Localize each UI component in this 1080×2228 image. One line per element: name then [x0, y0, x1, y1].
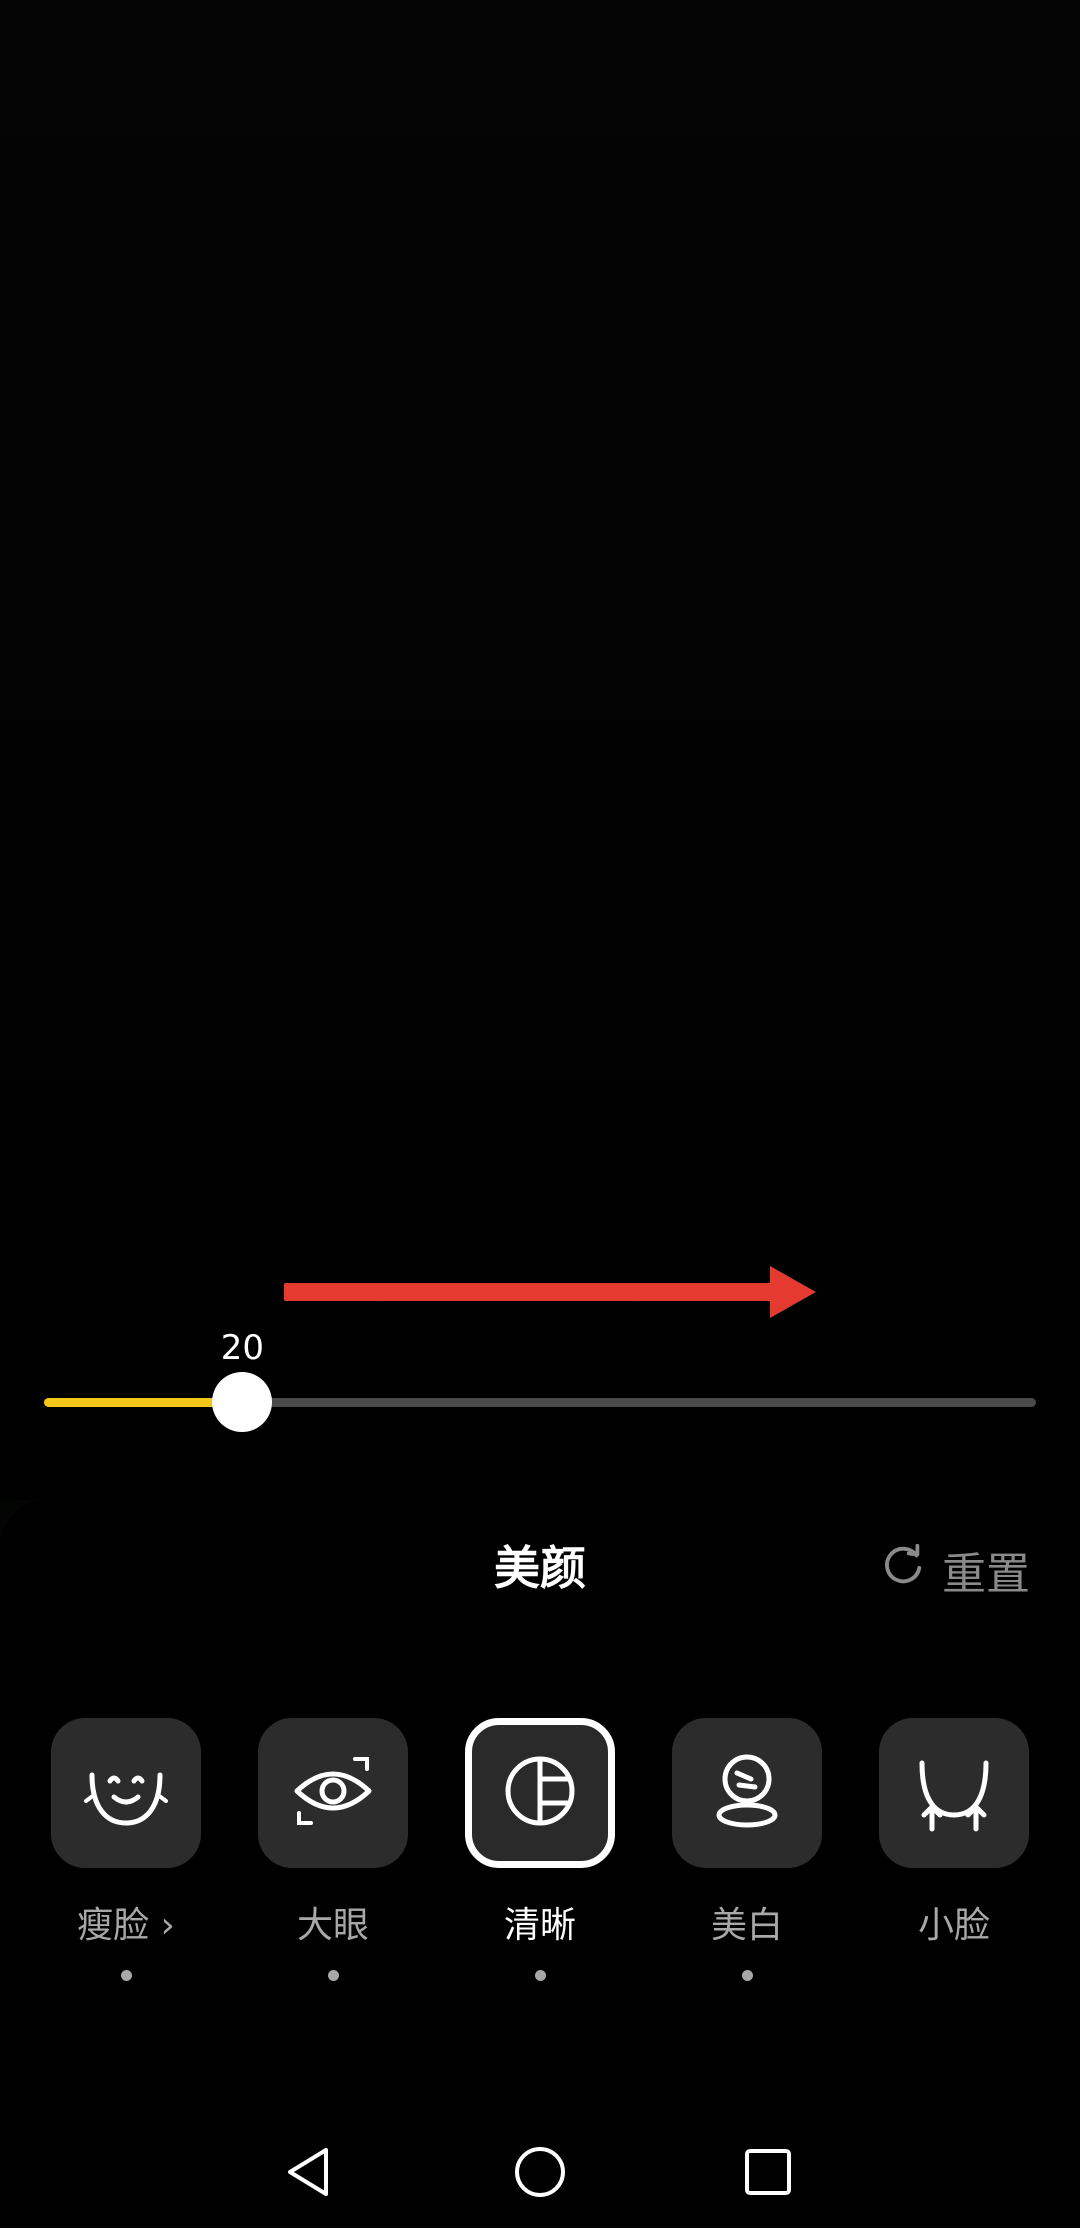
home-button[interactable] — [510, 2142, 570, 2202]
feature-label: 清晰 — [503, 1905, 576, 1946]
feature-tile[interactable] — [672, 1718, 822, 1868]
face-slim-icon — [80, 1745, 172, 1841]
feature-label: 小脸 — [917, 1905, 990, 1946]
annotation-arrow-head — [770, 1266, 816, 1318]
feature-tile[interactable] — [51, 1718, 201, 1868]
annotation-arrow-shaft — [284, 1283, 774, 1301]
eye-icon — [287, 1745, 379, 1841]
feature-active-dot — [120, 1970, 132, 1981]
feature-clarity[interactable]: 清晰 — [464, 1718, 616, 1981]
feature-label: 大眼 — [296, 1905, 369, 1946]
system-nav-bar — [0, 2120, 1080, 2220]
reset-label: 重置 — [942, 1549, 1030, 1600]
feature-tile-selected[interactable] — [465, 1718, 615, 1868]
feature-active-dot — [534, 1970, 546, 1981]
feature-whiten[interactable]: 美白 — [671, 1718, 823, 1981]
reset-button[interactable]: 重置 — [880, 1538, 1030, 1602]
feature-tile[interactable] — [879, 1718, 1029, 1868]
feature-active-dot — [327, 1970, 339, 1981]
feature-small-face[interactable]: 小脸 — [878, 1718, 1030, 1981]
recents-button[interactable] — [738, 2142, 798, 2202]
feature-label: 美白 — [710, 1905, 783, 1946]
back-triangle-icon — [280, 2148, 340, 2206]
small-face-icon — [908, 1745, 1000, 1841]
intensity-slider-track[interactable] — [44, 1398, 1036, 1407]
whiten-icon — [701, 1745, 793, 1841]
feature-face-slim[interactable]: 瘦脸 › — [50, 1718, 202, 1981]
back-button[interactable] — [280, 2142, 340, 2202]
feature-label: 瘦脸 › — [77, 1905, 175, 1946]
intensity-slider-thumb[interactable] — [212, 1372, 273, 1432]
slider-value-label: 20 — [220, 1328, 265, 1368]
home-circle-icon — [510, 2147, 570, 2206]
clarity-icon — [494, 1745, 586, 1841]
camera-screen: 20 美颜 重置 瘦脸 › 大眼 清晰 美白 小脸 — [0, 0, 1080, 2228]
feature-big-eye[interactable]: 大眼 — [257, 1718, 409, 1981]
beauty-feature-list: 瘦脸 › 大眼 清晰 美白 小脸 — [0, 1718, 1080, 1988]
recents-square-icon — [738, 2149, 798, 2206]
refresh-icon — [880, 1542, 926, 1599]
feature-active-dot — [741, 1970, 753, 1981]
camera-preview — [0, 0, 1080, 1500]
feature-tile[interactable] — [258, 1718, 408, 1868]
